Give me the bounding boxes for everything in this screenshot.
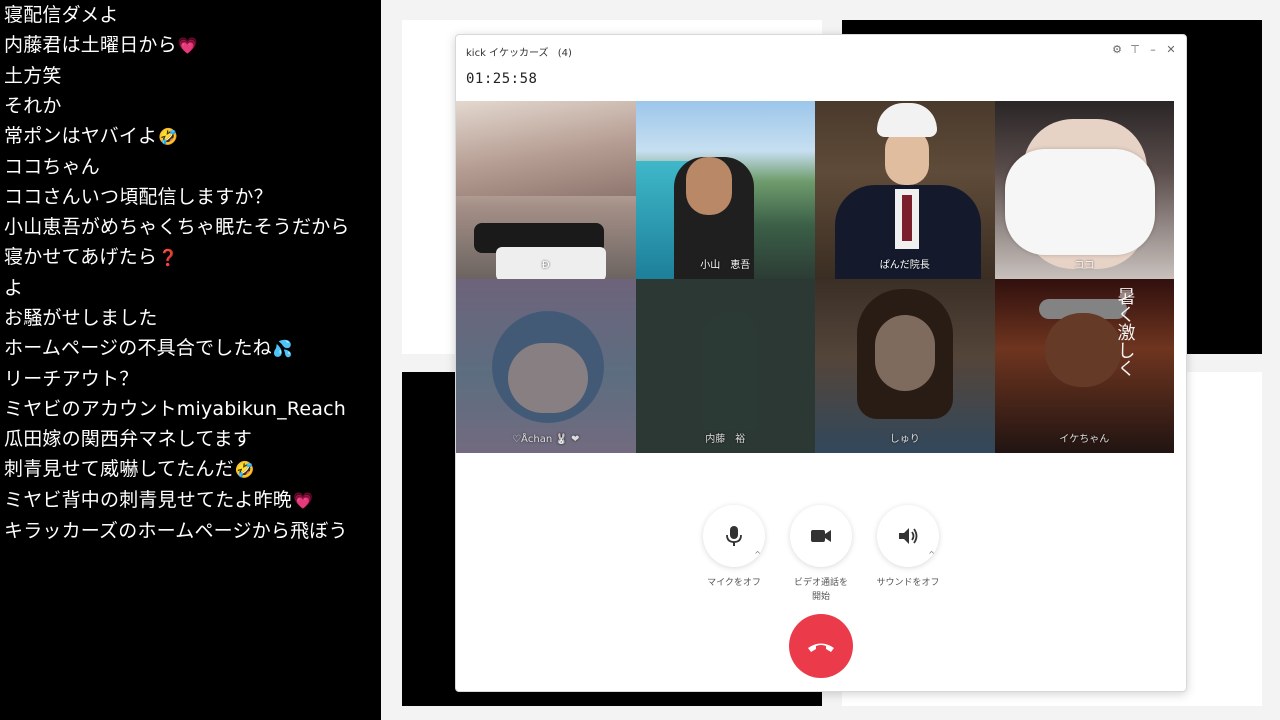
chat-message: 常ポンはヤバイよ🤣 [0, 121, 381, 152]
sound-label: サウンドをオフ [876, 578, 940, 588]
close-icon[interactable]: ✕ [1166, 42, 1176, 58]
chat-message: ホームページの不具合でしたね💦 [0, 333, 381, 364]
chat-message: お騒がせしました [0, 303, 381, 333]
video-camera-icon [811, 530, 831, 542]
group-call-window: kick イケッカーズ (4) ⚙ ⊤ – ✕ 01:25:58 Ð 小山 恵吾… [455, 34, 1187, 692]
microphone-icon [726, 526, 742, 546]
participant-tile[interactable]: 小山 恵吾 [635, 101, 815, 279]
participant-tile[interactable]: しゅり [815, 279, 995, 453]
title-bar[interactable]: kick イケッカーズ (4) ⚙ ⊤ – ✕ [456, 35, 1186, 67]
participant-name: ♡Åchan 🐰 ❤ [512, 434, 580, 445]
participant-name: しゅり [889, 434, 920, 445]
chat-message: リーチアウト？ [0, 364, 381, 394]
chat-message: それか [0, 91, 381, 121]
mic-control: ^ マイクをオフ [694, 505, 774, 590]
participant-name: 内藤 裕 [705, 434, 746, 445]
minimize-icon[interactable]: – [1148, 42, 1158, 58]
chat-message: ココちゃん [0, 152, 381, 182]
chat-message-text: キラッカーズのホームページから飛ぼう [4, 520, 348, 542]
chat-message-text: 土方笑 [4, 65, 62, 87]
emoji-icon: 🤣 [158, 127, 179, 146]
chat-message: 小山恵吾がめちゃくちゃ眠たそうだから [0, 212, 381, 242]
speaker-icon [899, 528, 918, 544]
video-label: ビデオ通話を 開始 [793, 578, 848, 602]
emoji-icon: 💗 [177, 36, 198, 55]
mute-sound-button[interactable]: ^ [877, 505, 939, 567]
chat-message-text: ミヤビ背中の刺青見せてたよ昨晩 [4, 489, 293, 511]
participant-tile[interactable]: ♡Åchan 🐰 ❤ [456, 279, 636, 453]
chat-message: 刺青見せて威嚇してたんだ🤣 [0, 454, 381, 485]
chat-message: 土方笑 [0, 61, 381, 91]
hang-up-button[interactable] [789, 614, 853, 678]
chat-message: ミヤビ背中の刺青見せてたよ昨晩💗 [0, 485, 381, 516]
participant-tile[interactable]: ぱんだ院長 [815, 101, 995, 279]
participant-name: ココ [1074, 260, 1095, 271]
pin-icon[interactable]: ⊤ [1130, 42, 1140, 58]
window-title: kick イケッカーズ (4) [466, 44, 572, 59]
chat-message-text: よ [4, 277, 24, 299]
participant-count: (4) [557, 48, 572, 59]
gear-icon[interactable]: ⚙ [1112, 42, 1122, 58]
mute-mic-button[interactable]: ^ [703, 505, 765, 567]
chat-message-text: 寝かせてあげたら [4, 246, 158, 268]
chat-message-text: リーチアウト？ [4, 368, 139, 390]
participant-tile[interactable]: Ð [456, 101, 636, 279]
video-grid: Ð 小山 恵吾 ぱんだ院長 ココ ♡Åchan 🐰 ❤ 内藤 裕 しゅり 暑く激… [456, 101, 1174, 453]
chevron-up-icon[interactable]: ^ [928, 550, 935, 559]
call-timer: 01:25:58 [466, 71, 538, 87]
chat-message: 瓜田嫁の関西弁マネしてます [0, 424, 381, 454]
chat-message-text: それか [4, 95, 62, 117]
start-video-button[interactable] [790, 505, 852, 567]
chat-message-text: ミヤビのアカウントmiyabikun_Reach [4, 398, 346, 420]
emoji-icon: 🤣 [234, 460, 255, 479]
chat-message: ミヤビのアカウントmiyabikun_Reach [0, 394, 381, 424]
chat-message: 内藤君は土曜日から💗 [0, 30, 381, 61]
chat-message-text: 寝配信ダメよ [4, 4, 119, 26]
chat-message: 寝配信ダメよ [0, 0, 381, 30]
call-title: kick イケッカーズ [466, 48, 549, 59]
video-control: ビデオ通話を 開始 [781, 505, 861, 604]
participant-name: イケちゃん [1059, 434, 1110, 445]
chat-message-text: 瓜田嫁の関西弁マネしてます [4, 428, 253, 450]
chat-message: キラッカーズのホームページから飛ぼう [0, 516, 381, 546]
participant-tile[interactable]: 内藤 裕 [635, 279, 815, 453]
participant-tile[interactable]: ココ [994, 101, 1174, 279]
participant-name: ぱんだ院長 [879, 260, 930, 271]
participant-name: Ð [541, 260, 550, 271]
chat-message-text: 常ポンはヤバイよ [4, 125, 158, 147]
chat-overlay: 寝配信ダメよ 内藤君は土曜日から💗 土方笑 それか 常ポンはヤバイよ🤣 ココちゃん ココさん… [0, 0, 381, 720]
sound-control: ^ サウンドをオフ [868, 505, 948, 590]
chat-message-text: 内藤君は土曜日から [4, 34, 177, 56]
chat-message-text: ココさんいつ頃配信しますか？ [4, 186, 273, 208]
emoji-icon: ❓ [158, 248, 179, 267]
emoji-icon: 💗 [293, 491, 314, 510]
chat-message-text: ココちゃん [4, 156, 101, 178]
emoji-icon: 💦 [272, 339, 293, 358]
chat-message: 寝かせてあげたら❓ [0, 242, 381, 273]
chat-message-text: 小山恵吾がめちゃくちゃ眠たそうだから [4, 216, 350, 238]
chat-message: よ [0, 273, 381, 303]
chat-message-text: 刺青見せて威嚇してたんだ [4, 458, 234, 480]
participant-name: 小山 恵吾 [700, 260, 751, 271]
chat-message-text: ホームページの不具合でしたね [4, 337, 272, 359]
participant-tile[interactable]: 暑く激しく イケちゃん [994, 279, 1174, 453]
mic-label: マイクをオフ [707, 578, 761, 588]
chat-message-text: お騒がせしました [4, 307, 158, 329]
banner-text: 暑く激しく [1114, 287, 1136, 377]
phone-hangup-icon [808, 643, 834, 652]
chat-message: ココさんいつ頃配信しますか？ [0, 182, 381, 212]
chevron-up-icon[interactable]: ^ [754, 550, 761, 559]
